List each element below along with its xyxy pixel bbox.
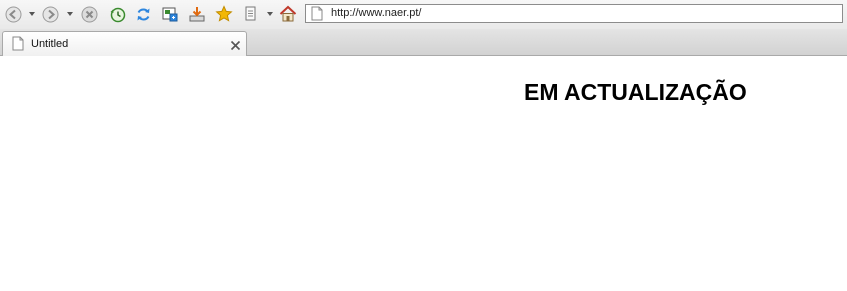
history-icon[interactable] xyxy=(108,5,126,23)
tab-title: Untitled xyxy=(31,38,69,50)
address-bar[interactable]: http://www.naer.pt/ xyxy=(305,4,843,23)
forward-icon[interactable] xyxy=(41,5,59,23)
stop-icon[interactable] xyxy=(80,5,98,23)
navigation-toolbar: http://www.naer.pt/ xyxy=(0,0,847,29)
forward-history-dropdown-icon[interactable] xyxy=(67,12,73,16)
page-icon xyxy=(311,6,323,26)
download-icon[interactable] xyxy=(188,5,206,23)
home-icon[interactable] xyxy=(279,5,297,23)
refresh-icon[interactable] xyxy=(134,5,152,23)
page-menu-dropdown-icon[interactable] xyxy=(267,12,273,16)
close-tab-icon[interactable] xyxy=(230,38,241,51)
back-icon[interactable] xyxy=(4,5,22,23)
page-heading: EM ACTUALIZAÇÃO xyxy=(524,79,747,105)
tab-untitled[interactable]: Untitled xyxy=(2,31,247,56)
print-preview-icon[interactable] xyxy=(161,5,179,23)
page-icon xyxy=(12,36,24,56)
favorites-star-icon[interactable] xyxy=(215,5,233,23)
back-history-dropdown-icon[interactable] xyxy=(29,12,35,16)
page-menu-icon[interactable] xyxy=(242,5,260,23)
page-content: EM ACTUALIZAÇÃO xyxy=(0,56,847,291)
address-url[interactable]: http://www.naer.pt/ xyxy=(331,7,422,20)
